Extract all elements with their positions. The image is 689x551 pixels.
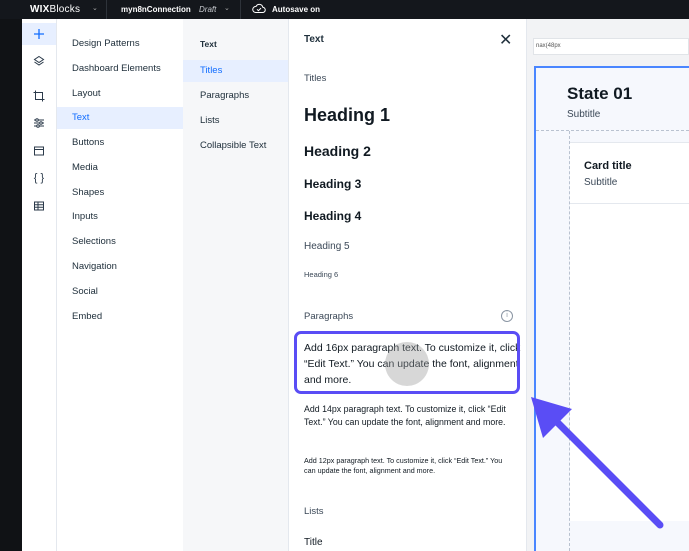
close-icon[interactable]: ✕	[499, 30, 512, 50]
subcategory-paragraphs[interactable]: Paragraphs	[183, 85, 288, 107]
ruler-label: nax(48px	[533, 38, 689, 55]
panel-title: Text	[304, 34, 324, 45]
top-bar: WIXBlocks ⌄ myn8nConnection Draft ⌄ Auto…	[0, 0, 689, 19]
plus-icon[interactable]	[22, 23, 56, 45]
category-buttons[interactable]: Buttons	[57, 132, 183, 154]
subcategory-lists[interactable]: Lists	[183, 110, 288, 132]
state-subtitle[interactable]: Subtitle	[567, 109, 600, 120]
guide-line	[536, 130, 689, 131]
subcategory-collapsible-text[interactable]: Collapsible Text	[183, 135, 288, 157]
category-shapes[interactable]: Shapes	[57, 182, 183, 204]
heading-3-preset[interactable]: Heading 3	[304, 177, 361, 191]
left-edge	[0, 19, 22, 551]
element-categories: Design Patterns Dashboard Elements Layou…	[57, 19, 183, 551]
card-subtitle[interactable]: Subtitle	[584, 177, 617, 188]
table-icon[interactable]	[22, 195, 56, 217]
category-inputs[interactable]: Inputs	[57, 206, 183, 228]
site-status: Draft	[199, 5, 217, 14]
tool-rail: { }	[22, 19, 57, 551]
cursor-indicator	[385, 342, 429, 386]
paragraphs-section-label: Paragraphs	[304, 311, 354, 322]
category-selections[interactable]: Selections	[57, 231, 183, 253]
category-media[interactable]: Media	[57, 157, 183, 179]
card-divider	[570, 203, 689, 204]
chevron-down-icon[interactable]: ⌄	[224, 4, 230, 12]
category-social[interactable]: Social	[57, 281, 183, 303]
heading-1-preset[interactable]: Heading 1	[304, 105, 390, 126]
heading-2-preset[interactable]: Heading 2	[304, 143, 371, 159]
heading-4-preset[interactable]: Heading 4	[304, 209, 361, 223]
divider	[106, 0, 107, 19]
layers-icon[interactable]	[22, 50, 56, 72]
cloud-check-icon	[252, 3, 266, 16]
state-title[interactable]: State 01	[567, 84, 632, 104]
category-text[interactable]: Text	[57, 107, 183, 129]
paragraph-12px-preset[interactable]: Add 12px paragraph text. To customize it…	[304, 456, 509, 476]
lists-section-label: Lists	[304, 506, 324, 517]
info-icon[interactable]: i	[501, 310, 513, 322]
category-embed[interactable]: Embed	[57, 306, 183, 328]
code-braces-icon[interactable]: { }	[22, 167, 56, 189]
heading-5-preset[interactable]: Heading 5	[304, 241, 350, 252]
titles-section-label: Titles	[304, 73, 327, 84]
subcategory-titles[interactable]: Titles	[183, 60, 288, 82]
sliders-icon[interactable]	[22, 112, 56, 134]
text-elements-panel: Text ✕ Titles Heading 1 Heading 2 Headin…	[289, 19, 527, 551]
autosave-status: Autosave on	[272, 5, 321, 14]
category-layout[interactable]: Layout	[57, 83, 183, 105]
site-name[interactable]: myn8nConnection	[121, 5, 191, 14]
crop-icon[interactable]	[22, 85, 56, 107]
category-dashboard-elements[interactable]: Dashboard Elements	[57, 58, 183, 80]
wix-blocks-logo[interactable]: WIXBlocks	[30, 4, 80, 15]
panel-icon[interactable]	[22, 140, 56, 162]
category-navigation[interactable]: Navigation	[57, 256, 183, 278]
paragraph-14px-preset[interactable]: Add 14px paragraph text. To customize it…	[304, 403, 516, 428]
subpanel-header: Text	[200, 39, 217, 49]
category-design-patterns[interactable]: Design Patterns	[57, 33, 183, 55]
divider	[240, 0, 241, 19]
annotation-arrow-icon	[531, 397, 664, 529]
text-subcategories: Text Titles Paragraphs Lists Collapsible…	[183, 19, 289, 551]
heading-6-preset[interactable]: Heading 6	[304, 270, 338, 279]
list-title-preset[interactable]: Title	[304, 537, 323, 548]
chevron-down-icon[interactable]: ⌄	[92, 4, 98, 12]
card-title[interactable]: Card title	[584, 160, 632, 172]
